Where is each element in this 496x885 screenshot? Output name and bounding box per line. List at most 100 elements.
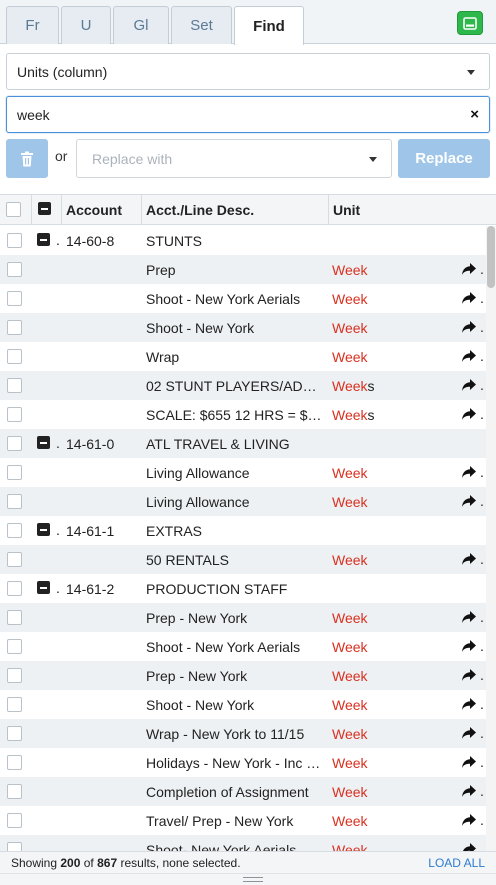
row-checkbox[interactable] (7, 494, 22, 509)
table-row[interactable]: Living Allowance Week. (0, 487, 486, 516)
row-checkbox[interactable] (7, 407, 22, 422)
share-arrow-icon[interactable] (461, 407, 477, 421)
scrollbar-thumb[interactable] (487, 226, 495, 288)
table-row[interactable]: Travel/ Prep - New York Week. (0, 806, 486, 835)
row-checkbox[interactable] (7, 291, 22, 306)
row-checkbox[interactable] (7, 262, 22, 277)
select-all-checkbox[interactable] (6, 202, 21, 217)
account-group-row[interactable]: . 14-61-1 EXTRAS (0, 516, 486, 545)
unit-cell: Week (332, 320, 368, 336)
row-dot: . (480, 319, 484, 335)
collapse-icon[interactable] (37, 233, 50, 246)
line-description: Shoot - New York Aerials (146, 639, 301, 655)
header-select-cell (0, 195, 31, 225)
tab-set[interactable]: Set (171, 6, 232, 44)
share-arrow-icon[interactable] (461, 639, 477, 653)
row-checkbox[interactable] (7, 523, 22, 538)
collapse-icon[interactable] (37, 581, 50, 594)
table-row[interactable]: Prep - New York Week. (0, 661, 486, 690)
unit-match: Week (332, 407, 368, 423)
table-row[interactable]: Prep - New York Week. (0, 603, 486, 632)
header-account[interactable]: Account (61, 195, 141, 225)
share-arrow-icon[interactable] (461, 349, 477, 363)
line-description: Prep - New York (146, 610, 248, 626)
collapse-icon[interactable] (37, 436, 50, 449)
account-group-row[interactable]: . 14-61-0 ATL TRAVEL & LIVING (0, 429, 486, 458)
share-arrow-icon[interactable] (461, 784, 477, 798)
replace-button[interactable]: Replace (398, 139, 490, 178)
row-checkbox[interactable] (7, 552, 22, 567)
line-description: Living Allowance (146, 465, 250, 481)
row-checkbox[interactable] (7, 842, 22, 851)
table-row[interactable]: Shoot - New York Aerials Week. (0, 284, 486, 313)
share-arrow-icon[interactable] (461, 668, 477, 682)
row-checkbox[interactable] (7, 784, 22, 799)
row-checkbox[interactable] (7, 581, 22, 596)
row-checkbox[interactable] (7, 349, 22, 364)
find-input[interactable]: week × (6, 96, 490, 133)
table-row[interactable]: Holidays - New York - Inc … Week. (0, 748, 486, 777)
row-checkbox[interactable] (7, 813, 22, 828)
row-checkbox[interactable] (7, 697, 22, 712)
share-arrow-icon[interactable] (461, 610, 477, 624)
scrollbar[interactable] (486, 226, 496, 851)
row-checkbox[interactable] (7, 378, 22, 393)
table-row[interactable]: Shoot - New York Week. (0, 313, 486, 342)
unit-match: Week (332, 726, 368, 742)
share-arrow-icon[interactable] (461, 291, 477, 305)
row-checkbox[interactable] (7, 639, 22, 654)
table-row[interactable]: 02 STUNT PLAYERS/AD… Weeks. (0, 371, 486, 400)
table-row[interactable]: 50 RENTALS Week. (0, 545, 486, 574)
row-dot: . (56, 580, 60, 596)
row-checkbox[interactable] (7, 436, 22, 451)
share-arrow-icon[interactable] (461, 755, 477, 769)
row-checkbox[interactable] (7, 668, 22, 683)
table-row[interactable]: Prep Week. (0, 255, 486, 284)
row-checkbox[interactable] (7, 465, 22, 480)
load-all-link[interactable]: LOAD ALL (428, 856, 485, 870)
delete-button[interactable] (6, 139, 48, 178)
clear-icon[interactable]: × (470, 106, 479, 123)
share-arrow-icon[interactable] (461, 494, 477, 508)
panel-toggle-button[interactable] (457, 11, 483, 35)
row-checkbox[interactable] (7, 233, 22, 248)
header-description[interactable]: Acct./Line Desc. (141, 195, 328, 225)
table-row[interactable]: Shoot- New York Aerials Week. (0, 835, 486, 851)
column-select[interactable]: Units (column) (6, 53, 490, 90)
share-arrow-icon[interactable] (461, 697, 477, 711)
row-checkbox[interactable] (7, 726, 22, 741)
table-row[interactable]: Completion of Assignment Week. (0, 777, 486, 806)
account-group-row[interactable]: . 14-60-8 STUNTS (0, 226, 486, 255)
share-arrow-icon[interactable] (461, 726, 477, 740)
tab-bar: Fr U Gl Set Find (0, 0, 496, 45)
tab-u[interactable]: U (61, 6, 111, 44)
row-checkbox[interactable] (7, 320, 22, 335)
account-group-row[interactable]: . 14-61-2 PRODUCTION STAFF (0, 574, 486, 603)
table-row[interactable]: Wrap Week. (0, 342, 486, 371)
replace-input[interactable]: Replace with (76, 139, 392, 178)
table-row[interactable]: Shoot - New York Aerials Week. (0, 632, 486, 661)
table-row[interactable]: Wrap - New York to 11/15 Week. (0, 719, 486, 748)
share-arrow-icon[interactable] (461, 552, 477, 566)
tab-fr[interactable]: Fr (6, 6, 59, 44)
header-unit[interactable]: Unit (328, 195, 496, 225)
share-arrow-icon[interactable] (461, 813, 477, 827)
account-number: 14-61-0 (66, 436, 115, 452)
unit-cell: Week (332, 784, 368, 800)
collapse-all-icon[interactable] (38, 202, 51, 215)
table-row[interactable]: SCALE: $655 12 HRS = $… Weeks. (0, 400, 486, 429)
resize-handle[interactable] (0, 873, 496, 885)
table-row[interactable]: Living Allowance Week. (0, 458, 486, 487)
tab-find[interactable]: Find (234, 6, 304, 45)
collapse-icon[interactable] (37, 523, 50, 536)
row-checkbox[interactable] (7, 755, 22, 770)
share-arrow-icon[interactable] (461, 262, 477, 276)
share-arrow-icon[interactable] (461, 320, 477, 334)
line-description: Shoot - New York Aerials (146, 291, 301, 307)
table-row[interactable]: Shoot - New York Week. (0, 690, 486, 719)
row-checkbox[interactable] (7, 610, 22, 625)
tab-gl[interactable]: Gl (113, 6, 169, 44)
share-arrow-icon[interactable] (461, 378, 477, 392)
share-arrow-icon[interactable] (461, 465, 477, 479)
share-arrow-icon[interactable] (461, 842, 477, 851)
